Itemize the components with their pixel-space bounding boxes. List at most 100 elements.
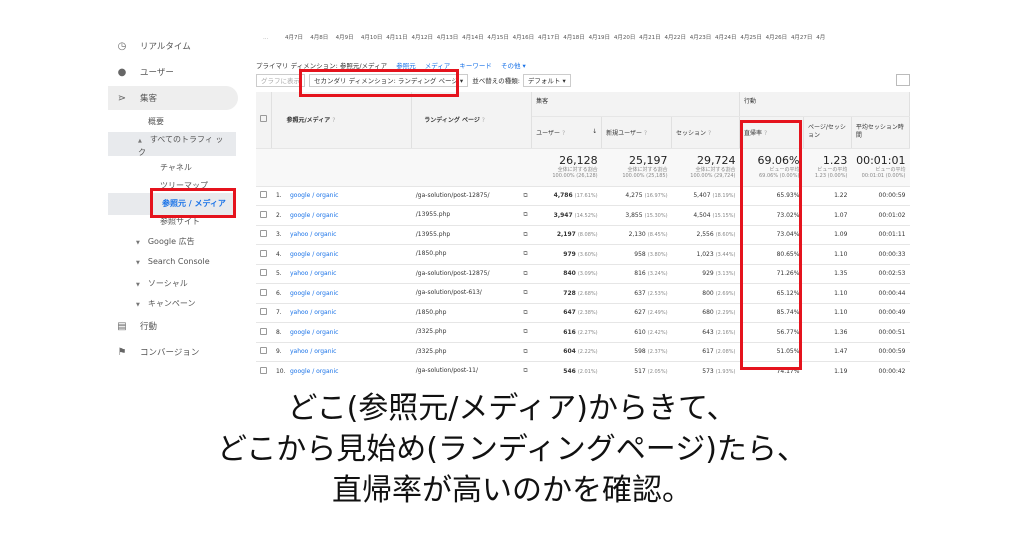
- row-source-link[interactable]: yahoo / organic: [290, 309, 337, 316]
- row-checkbox[interactable]: [260, 347, 267, 355]
- dimension-link-other[interactable]: その他 ▾: [501, 62, 526, 70]
- sidebar-item-users[interactable]: ● ユーザー: [108, 64, 238, 80]
- external-link-icon[interactable]: ⧉: [523, 270, 527, 278]
- row-avg-duration: 00:02:53: [851, 264, 910, 284]
- sidebar-item-overview[interactable]: 概要: [148, 116, 164, 127]
- row-pages-per-session: 1.10: [803, 283, 852, 304]
- sidebar-item-realtime[interactable]: ◷ リアルタイム: [108, 38, 238, 54]
- row-sessions: 680 (2.29%): [671, 303, 740, 323]
- row-landing-page[interactable]: /1850.php: [416, 309, 447, 316]
- external-link-icon[interactable]: ⧉: [523, 348, 527, 356]
- group-behavior: 行動: [739, 92, 910, 117]
- dimension-link-keyword[interactable]: キーワード: [459, 62, 492, 70]
- row-source-link[interactable]: yahoo / organic: [290, 348, 337, 355]
- row-source-link[interactable]: google / organic: [290, 368, 338, 375]
- sidebar-item-channels[interactable]: チャネル: [160, 162, 192, 173]
- row-new-users: 816 (3.24%): [601, 264, 672, 284]
- table-row[interactable]: 3. yahoo / organic/13955.php ⧉ 2,197 (8.08%)…: [256, 225, 910, 245]
- row-new-users: 627 (2.49%): [601, 303, 672, 323]
- header-source-medium[interactable]: 参照元/メディア ?: [271, 92, 413, 149]
- header-pages-per-session[interactable]: ページ/セッション: [803, 116, 852, 149]
- sidebar-item-search-console[interactable]: ▼ Search Console: [136, 257, 210, 266]
- row-checkbox[interactable]: [260, 191, 267, 199]
- external-link-icon[interactable]: ⧉: [523, 289, 527, 297]
- row-sessions: 2,556 (8.60%): [671, 225, 740, 245]
- external-link-icon[interactable]: ⧉: [523, 211, 527, 219]
- row-source-link[interactable]: google / organic: [290, 251, 338, 258]
- header-sessions[interactable]: セッション ?: [671, 116, 740, 149]
- row-users: 604 (2.22%): [531, 342, 602, 362]
- sidebar-item-acquisition[interactable]: ⋗ 集客: [108, 86, 238, 110]
- row-pages-per-session: 1.47: [803, 342, 852, 362]
- table-row[interactable]: 7. yahoo / organic/1850.php ⧉ 647 (2.38%) 627…: [256, 303, 910, 323]
- row-source-link[interactable]: google / organic: [290, 329, 338, 336]
- row-landing-page[interactable]: /1850.php: [416, 250, 447, 257]
- row-source-link[interactable]: google / organic: [290, 212, 338, 219]
- header-users[interactable]: ユーザー ? ↓: [531, 116, 603, 149]
- table-row[interactable]: 10. google / organic/ga-solution/post-11/…: [256, 361, 910, 375]
- sidebar-item-conversions[interactable]: ⚑ コンバージョン: [108, 344, 238, 360]
- sidebar-item-all-traffic[interactable]: ▲ すべてのトラフィ ック: [138, 134, 228, 158]
- row-checkbox[interactable]: [260, 366, 267, 374]
- date-label: 4月24日: [715, 35, 737, 41]
- row-landing-cell: /ga-solution/post-11/ ⧉: [411, 361, 532, 375]
- row-source-link[interactable]: google / organic: [290, 192, 338, 199]
- row-checkbox[interactable]: [260, 288, 267, 296]
- help-icon: ?: [481, 117, 485, 125]
- row-landing-page[interactable]: /ga-solution/post-613/: [416, 289, 482, 296]
- row-checkbox[interactable]: [260, 308, 267, 316]
- header-checkbox-cell: [256, 92, 273, 149]
- external-link-icon[interactable]: ⧉: [523, 309, 527, 317]
- row-source-link[interactable]: yahoo / organic: [290, 270, 337, 277]
- sidebar-item-campaigns[interactable]: ▼ キャンペーン: [136, 298, 195, 309]
- row-landing-page[interactable]: /ga-solution/post-11/: [416, 367, 478, 374]
- sidebar-item-label: 行動: [140, 322, 158, 332]
- row-sessions: 643 (2.16%): [671, 322, 740, 343]
- row-landing-page[interactable]: /ga-solution/post-12875/: [416, 192, 490, 199]
- row-pages-per-session: 1.22: [803, 186, 852, 206]
- total-sessions: 29,724 全体に対する割合 100.00% (29,724): [671, 148, 740, 187]
- sort-type-select[interactable]: デフォルト ▾: [522, 73, 571, 87]
- sidebar-item-google-ads[interactable]: ▼ Google 広告: [136, 236, 195, 247]
- external-link-icon[interactable]: ⧉: [523, 231, 527, 239]
- caption-line: どこ(参照元/メディア)からきて、: [287, 391, 737, 426]
- table-row[interactable]: 4. google / organic/1850.php ⧉ 979 (3.60%) 95…: [256, 244, 910, 265]
- table-row[interactable]: 8. google / organic/3325.php ⧉ 616 (2.27%) 61…: [256, 322, 910, 343]
- row-checkbox[interactable]: [260, 210, 267, 218]
- row-checkbox-cell: [256, 342, 272, 362]
- plot-rows-button[interactable]: グラフに表示: [256, 73, 305, 87]
- row-checkbox[interactable]: [260, 249, 267, 257]
- table-row[interactable]: 9. yahoo / organic/3325.php ⧉ 604 (2.22%) 598…: [256, 342, 910, 362]
- table-row[interactable]: 2. google / organic/13955.php ⧉ 3,947 (14.52…: [256, 205, 910, 226]
- table-search-input[interactable]: [896, 74, 910, 86]
- caption: どこ(参照元/メディア)からきて、 どこから見始め(ランディングページ)たら、 …: [0, 388, 1024, 511]
- table-row[interactable]: 5. yahoo / organic/ga-solution/post-12875…: [256, 264, 910, 284]
- row-checkbox[interactable]: [260, 230, 267, 238]
- external-link-icon[interactable]: ⧉: [523, 250, 527, 258]
- behavior-icon: ▤: [117, 320, 127, 332]
- header-new-users[interactable]: 新規ユーザー ?: [601, 116, 673, 149]
- row-users: 2,197 (8.08%): [531, 225, 602, 245]
- row-source-link[interactable]: yahoo / organic: [290, 231, 337, 238]
- sidebar-item-social[interactable]: ▼ ソーシャル: [136, 278, 188, 289]
- row-landing-page[interactable]: /ga-solution/post-12875/: [416, 270, 490, 277]
- row-checkbox[interactable]: [260, 269, 267, 277]
- external-link-icon[interactable]: ⧉: [523, 328, 527, 336]
- table-row[interactable]: 6. google / organic/ga-solution/post-613/…: [256, 283, 910, 304]
- select-all-checkbox[interactable]: [260, 115, 267, 123]
- row-landing-page[interactable]: /3325.php: [416, 348, 447, 355]
- header-landing-page[interactable]: ランディング ページ ?: [411, 92, 533, 149]
- header-avg-session-duration[interactable]: 平均セッション時間: [851, 116, 910, 149]
- row-landing-cell: /1850.php ⧉: [411, 244, 532, 265]
- date-label: 4月7日: [285, 35, 303, 41]
- row-source-link[interactable]: google / organic: [290, 290, 338, 297]
- table-row[interactable]: 1. google / organic/ga-solution/post-1287…: [256, 186, 910, 206]
- row-landing-page[interactable]: /3325.php: [416, 328, 447, 335]
- row-checkbox[interactable]: [260, 327, 267, 335]
- row-landing-page[interactable]: /13955.php: [416, 211, 450, 218]
- row-landing-page[interactable]: /13955.php: [416, 231, 450, 238]
- external-link-icon[interactable]: ⧉: [523, 192, 527, 200]
- row-pages-per-session: 1.10: [803, 244, 852, 265]
- external-link-icon[interactable]: ⧉: [523, 367, 527, 375]
- sidebar-item-behavior[interactable]: ▤ 行動: [108, 318, 238, 334]
